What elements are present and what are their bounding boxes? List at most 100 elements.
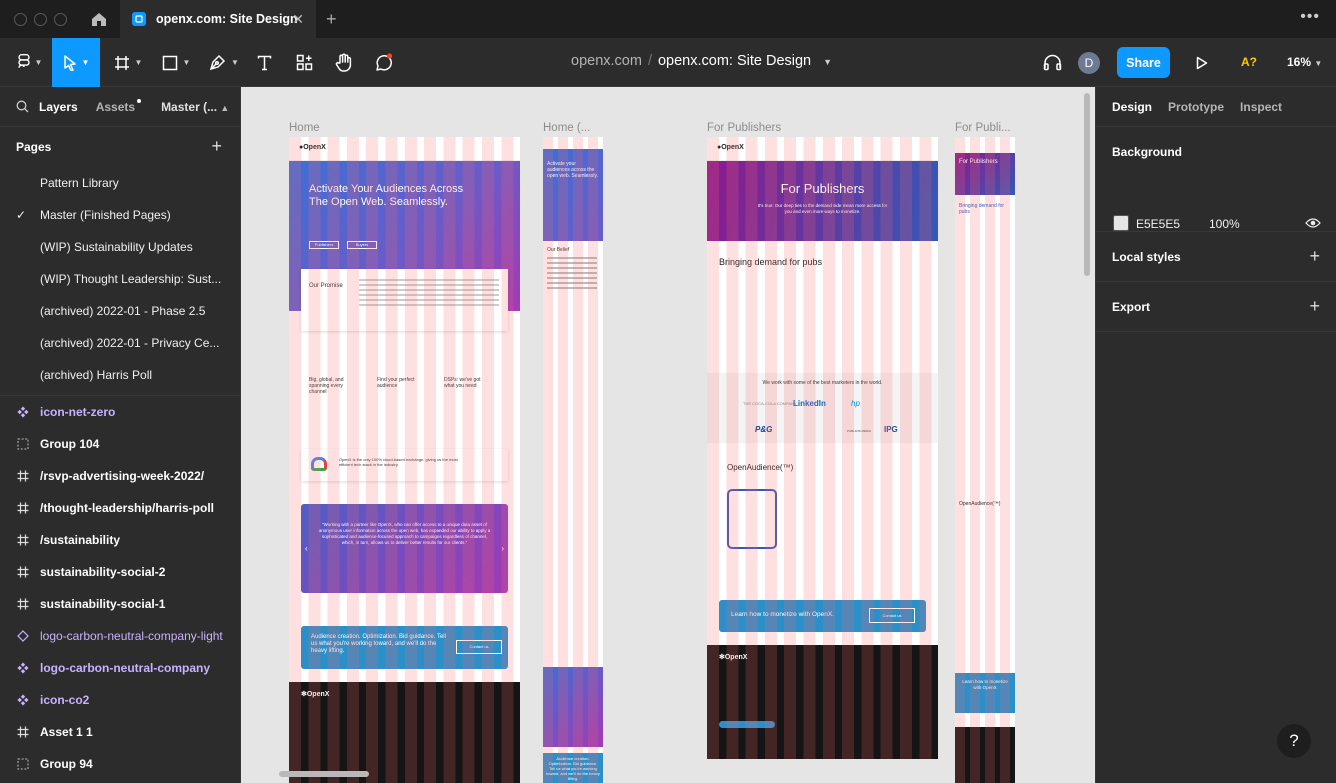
breadcrumb: openx.com / openx.com: Site Design ▼ xyxy=(571,53,833,69)
text-tool-button[interactable] xyxy=(252,38,276,87)
avatar[interactable]: D xyxy=(1078,52,1100,74)
page-item[interactable]: ✓ Master (Finished Pages) xyxy=(0,199,240,231)
cursor-icon xyxy=(63,54,76,71)
color-swatch[interactable] xyxy=(1113,215,1129,231)
mobile-pub-cta: Learn how to monetize with OpenX xyxy=(955,673,1015,713)
mobile-hero: Activate your audiences across the open … xyxy=(543,149,603,241)
search-icon[interactable] xyxy=(16,100,29,113)
page-item[interactable]: (WIP) Thought Leadership: Sust... xyxy=(0,263,240,295)
resources-button[interactable] xyxy=(292,38,316,87)
layer-item[interactable]: sustainability-social-2 xyxy=(0,556,240,588)
resources-icon xyxy=(296,54,312,71)
tab-assets[interactable]: Assets xyxy=(96,98,142,114)
publishers-button[interactable]: Publishers xyxy=(309,241,339,249)
layer-item[interactable]: /sustainability xyxy=(0,524,240,556)
layer-label: /sustainability xyxy=(40,533,121,547)
layer-item[interactable]: sustainability-social-1 xyxy=(0,588,240,620)
pen-tool-button[interactable]: ▼ xyxy=(204,38,244,87)
layer-item[interactable]: icon-co2 xyxy=(0,684,240,716)
page-item[interactable]: (archived) 2022-01 - Phase 2.5 xyxy=(0,295,240,327)
component-icon xyxy=(16,693,30,707)
home-button[interactable] xyxy=(80,0,118,38)
carousel-prev-icon[interactable]: ‹ xyxy=(305,544,308,553)
layer-label: sustainability-social-1 xyxy=(40,597,166,611)
chevron-down-icon[interactable]: ▼ xyxy=(823,57,832,67)
logo-ipg: IPG xyxy=(884,425,898,434)
main-menu-button[interactable]: ▼ xyxy=(12,38,48,87)
page-dropdown[interactable]: Master (... ▲ xyxy=(161,100,229,114)
frame-publishers-mobile[interactable]: For Publishers Bringing demand for pubs … xyxy=(955,137,1015,783)
layer-item[interactable]: logo-carbon-neutral-company-light xyxy=(0,620,240,652)
horizontal-scrollbar[interactable] xyxy=(279,771,369,777)
chevron-down-icon: ▼ xyxy=(1314,59,1323,68)
frame-publishers[interactable]: ●OpenX For Publishers It's true: Our dee… xyxy=(707,137,938,759)
add-export-button[interactable]: + xyxy=(1309,296,1320,317)
layer-label: Group 104 xyxy=(40,437,100,451)
layer-item[interactable]: logo-carbon-neutral-company xyxy=(0,652,240,684)
logo-publicis: PUBLICIS MEDIA xyxy=(847,429,872,433)
tab-inspect[interactable]: Inspect xyxy=(1240,100,1282,114)
frame-label-home[interactable]: Home xyxy=(289,122,320,134)
new-tab-button[interactable]: + xyxy=(326,9,337,30)
quote-carousel[interactable]: "Working with a partner like OpenX, who … xyxy=(301,504,508,593)
buyers-button[interactable]: Buyers xyxy=(347,241,377,249)
tab-design[interactable]: Design xyxy=(1112,100,1152,114)
logo-linkedin: LinkedIn xyxy=(793,399,826,408)
mobile-cta-text: Audience creation. Optimization. Bid gui… xyxy=(546,756,600,781)
page-item[interactable]: Pattern Library xyxy=(0,167,240,199)
project-name[interactable]: openx.com xyxy=(571,53,642,69)
contact-button[interactable]: Contact us xyxy=(456,640,502,654)
publishers-contact-button[interactable]: Contact us xyxy=(869,608,915,623)
close-window-button[interactable] xyxy=(14,13,27,26)
frame-label-home-mobile[interactable]: Home (... xyxy=(543,122,590,134)
carousel-next-icon[interactable]: › xyxy=(501,544,504,553)
layer-label: icon-co2 xyxy=(40,693,90,707)
page-item[interactable]: (archived) Harris Poll xyxy=(0,359,240,391)
frame-tool-button[interactable]: ▼ xyxy=(108,38,148,87)
layer-item[interactable]: Asset 1 1 xyxy=(0,716,240,748)
layer-item[interactable]: Group 104 xyxy=(0,428,240,460)
frame-home-mobile[interactable]: Activate your audiences across the open … xyxy=(543,137,603,783)
page-item[interactable]: (archived) 2022-01 - Privacy Ce... xyxy=(0,327,240,359)
file-tab[interactable]: openx.com: Site Design ✕ xyxy=(120,0,316,38)
share-button[interactable]: Share xyxy=(1117,47,1170,78)
frame-label-publishers[interactable]: For Publishers xyxy=(707,122,781,134)
comment-icon xyxy=(376,53,393,71)
audio-button[interactable] xyxy=(1040,38,1064,87)
more-options-icon[interactable]: ••• xyxy=(1300,8,1320,26)
minimize-window-button[interactable] xyxy=(34,13,47,26)
hand-tool-button[interactable] xyxy=(332,38,356,87)
mobile-footer xyxy=(955,727,1015,783)
figma-file-icon xyxy=(132,12,146,26)
zoom-level[interactable]: 16% ▼ xyxy=(1287,55,1322,69)
present-button[interactable] xyxy=(1190,38,1214,87)
move-tool-button[interactable]: ▼ xyxy=(52,38,100,87)
vertical-scrollbar[interactable] xyxy=(1084,93,1090,276)
shape-tool-button[interactable]: ▼ xyxy=(156,38,196,87)
add-style-button[interactable]: + xyxy=(1309,246,1320,267)
background-opacity[interactable]: 100% xyxy=(1209,217,1240,231)
add-page-button[interactable]: + xyxy=(211,136,222,157)
frame-home[interactable]: ●OpenX Activate Your Audiences Across Th… xyxy=(289,137,520,783)
maximize-window-button[interactable] xyxy=(54,13,67,26)
canvas[interactable]: Home ●OpenX Activate Your Audiences Acro… xyxy=(241,87,1095,783)
tab-layers[interactable]: Layers xyxy=(39,100,78,114)
help-button[interactable]: ? xyxy=(1277,724,1311,758)
close-tab-icon[interactable]: ✕ xyxy=(292,11,304,28)
layer-item[interactable]: /thought-leadership/harris-poll xyxy=(0,492,240,524)
eye-icon[interactable] xyxy=(1305,217,1321,229)
background-hex[interactable]: E5E5E5 xyxy=(1136,217,1180,231)
tab-prototype[interactable]: Prototype xyxy=(1168,100,1224,114)
frame-tool-icon xyxy=(114,55,129,70)
pages-list: Pattern Library ✓ Master (Finished Pages) (… xyxy=(0,167,240,391)
comment-tool-button[interactable] xyxy=(372,38,396,87)
frame-label-publishers-mobile[interactable]: For Publi... xyxy=(955,122,1011,134)
font-warning-badge[interactable]: A? xyxy=(1241,55,1257,69)
toolbar: ▼ ▼ ▼ ▼ ▼ openx.com / openx.com: Site De… xyxy=(0,38,1336,87)
layer-item[interactable]: Group 94 xyxy=(0,748,240,780)
layer-item[interactable]: icon-net-zero xyxy=(0,396,240,428)
page-item[interactable]: (WIP) Sustainability Updates xyxy=(0,231,240,263)
right-panel-tabs: Design Prototype Inspect xyxy=(1096,87,1336,127)
file-name[interactable]: openx.com: Site Design xyxy=(658,53,811,69)
layer-item[interactable]: /rsvp-advertising-week-2022/ xyxy=(0,460,240,492)
